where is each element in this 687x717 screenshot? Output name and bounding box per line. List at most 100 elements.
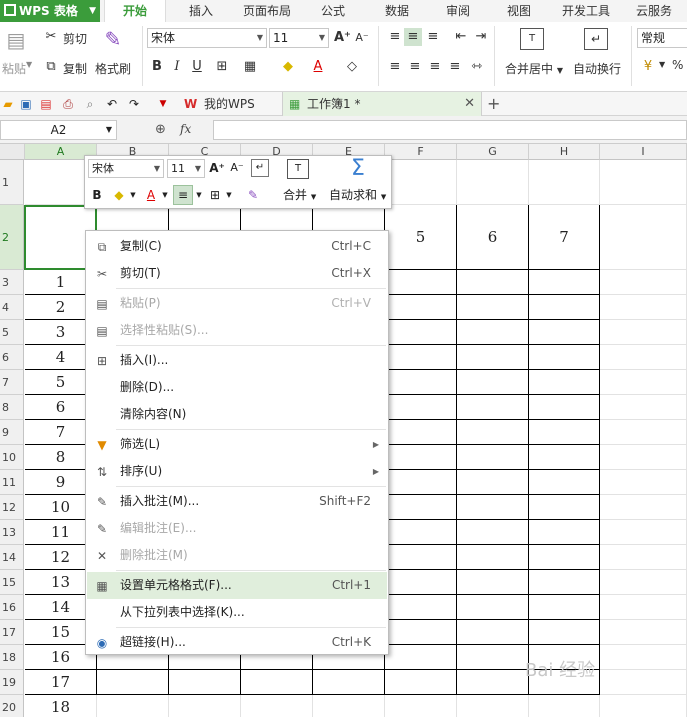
menu-item-4[interactable]: ⊞ 插入(I)...: [87, 347, 387, 374]
cell-f14[interactable]: [385, 545, 457, 570]
merge-icon[interactable]: T: [287, 159, 309, 179]
cell-i13[interactable]: [600, 520, 687, 545]
folder-icon[interactable]: ▰: [0, 96, 16, 112]
cell-f3[interactable]: [385, 270, 457, 295]
redo-icon[interactable]: ↷: [126, 96, 142, 112]
cell-h12[interactable]: [529, 495, 600, 520]
cell-h10[interactable]: [529, 445, 600, 470]
shrink-font-icon[interactable]: A⁻: [229, 159, 245, 177]
cell-f15[interactable]: [385, 570, 457, 595]
undo-icon[interactable]: ↶: [104, 96, 120, 112]
cell-f13[interactable]: [385, 520, 457, 545]
tab-workbook[interactable]: ▦ 工作簿1 * ✕: [282, 92, 482, 116]
cell-g1[interactable]: [457, 160, 529, 205]
menu-item-12[interactable]: ▦ 设置单元格格式(F)... Ctrl+1: [87, 572, 387, 599]
cell-i2[interactable]: [600, 205, 687, 270]
print-preview-icon[interactable]: ⌕: [82, 96, 98, 112]
cell-g8[interactable]: [457, 395, 529, 420]
tab-formulas[interactable]: 公式: [304, 0, 362, 22]
mini-font-name-select[interactable]: 宋体 ▼: [88, 159, 164, 178]
mini-font-size-select[interactable]: 11 ▼: [167, 159, 205, 178]
cell-i6[interactable]: [600, 345, 687, 370]
chevron-down-icon[interactable]: ▼: [659, 60, 665, 69]
cell-h13[interactable]: [529, 520, 600, 545]
tab-data[interactable]: 数据: [368, 0, 426, 22]
indent-increase-icon[interactable]: ⇥: [472, 28, 490, 46]
format-painter-icon[interactable]: ✎: [100, 26, 126, 52]
cell-i12[interactable]: [600, 495, 687, 520]
cell-g7[interactable]: [457, 370, 529, 395]
cell-a19[interactable]: 17: [25, 670, 97, 695]
cell-i15[interactable]: [600, 570, 687, 595]
merge-center-icon[interactable]: T: [520, 28, 544, 50]
formula-input[interactable]: [213, 120, 687, 140]
merge-center-button[interactable]: 合并居中 ▼: [505, 60, 563, 77]
cell-g16[interactable]: [457, 595, 529, 620]
chevron-down-icon[interactable]: ▼: [195, 186, 203, 204]
cell-f9[interactable]: [385, 420, 457, 445]
wrap-text-button[interactable]: 自动换行: [573, 60, 621, 77]
row-header-6[interactable]: 6: [0, 345, 24, 370]
cell-h14[interactable]: [529, 545, 600, 570]
cell-h8[interactable]: [529, 395, 600, 420]
cell-g2[interactable]: 6: [457, 205, 529, 270]
cell-f17[interactable]: [385, 620, 457, 645]
border-icon[interactable]: ⊞: [214, 58, 230, 76]
format-painter-button[interactable]: 格式刷: [95, 60, 131, 77]
number-format-select[interactable]: 常规: [637, 28, 687, 48]
cell-d19[interactable]: [241, 670, 313, 695]
customize-dropdown-icon[interactable]: ▼: [155, 96, 171, 112]
align-middle-icon[interactable]: ≡: [404, 28, 422, 46]
cell-d20[interactable]: [241, 695, 313, 717]
cell-c20[interactable]: [169, 695, 241, 717]
format-painter-icon[interactable]: ✎: [245, 186, 261, 204]
column-header-f[interactable]: F: [385, 144, 457, 160]
cell-e20[interactable]: [313, 695, 385, 717]
row-header-14[interactable]: 14: [0, 545, 24, 570]
cell-h9[interactable]: [529, 420, 600, 445]
row-header-4[interactable]: 4: [0, 295, 24, 320]
cell-i4[interactable]: [600, 295, 687, 320]
select-all-corner[interactable]: [0, 144, 25, 160]
fill-pattern-icon[interactable]: ▦: [242, 58, 258, 76]
cell-i11[interactable]: [600, 470, 687, 495]
cell-c19[interactable]: [169, 670, 241, 695]
cell-i19[interactable]: [600, 670, 687, 695]
cell-f12[interactable]: [385, 495, 457, 520]
distribute-icon[interactable]: ⇿: [468, 58, 486, 76]
row-header-3[interactable]: 3: [0, 270, 24, 295]
tab-review[interactable]: 审阅: [430, 0, 486, 22]
cell-g3[interactable]: [457, 270, 529, 295]
menu-item-13[interactable]: 从下拉列表中选择(K)...: [87, 599, 387, 626]
cell-f19[interactable]: [385, 670, 457, 695]
cell-i3[interactable]: [600, 270, 687, 295]
cell-i5[interactable]: [600, 320, 687, 345]
cell-f10[interactable]: [385, 445, 457, 470]
justify-icon[interactable]: ≡: [446, 58, 464, 76]
row-header-19[interactable]: 19: [0, 670, 24, 695]
menu-item-5[interactable]: 删除(D)...: [87, 374, 387, 401]
row-header-17[interactable]: 17: [0, 620, 24, 645]
cell-g9[interactable]: [457, 420, 529, 445]
row-header-13[interactable]: 13: [0, 520, 24, 545]
tab-view[interactable]: 视图: [494, 0, 544, 22]
cell-h17[interactable]: [529, 620, 600, 645]
cell-g20[interactable]: [457, 695, 529, 717]
wrap-text-icon[interactable]: ↵: [584, 28, 608, 50]
fill-color-icon[interactable]: ◆: [280, 58, 296, 76]
chevron-down-icon[interactable]: ▼: [161, 186, 169, 204]
align-top-icon[interactable]: ≡: [386, 28, 404, 46]
cell-h15[interactable]: [529, 570, 600, 595]
menu-item-7[interactable]: ▼ 筛选(L) ▶: [87, 431, 387, 458]
cell-h11[interactable]: [529, 470, 600, 495]
row-header-7[interactable]: 7: [0, 370, 24, 395]
align-center-icon[interactable]: ≡: [406, 58, 424, 76]
currency-icon[interactable]: ¥: [640, 58, 656, 76]
paste-icon[interactable]: ▤: [4, 28, 28, 52]
cell-g15[interactable]: [457, 570, 529, 595]
cell-g17[interactable]: [457, 620, 529, 645]
menu-item-14[interactable]: ◉ 超链接(H)... Ctrl+K: [87, 629, 387, 656]
cell-f4[interactable]: [385, 295, 457, 320]
cell-g12[interactable]: [457, 495, 529, 520]
menu-item-8[interactable]: ⇅ 排序(U) ▶: [87, 458, 387, 485]
